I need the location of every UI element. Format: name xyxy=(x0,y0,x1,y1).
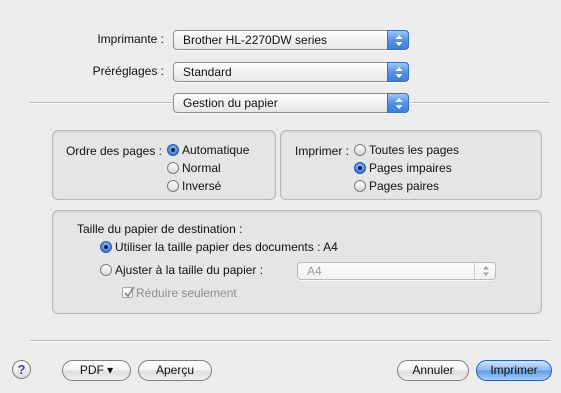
fit-size-popup[interactable]: A4 xyxy=(297,262,496,280)
separator-right xyxy=(412,102,550,104)
printer-value: Brother HL-2270DW series xyxy=(183,33,328,47)
radio-icon xyxy=(100,264,112,276)
page-order-option[interactable]: Normal xyxy=(167,161,221,176)
radio-icon xyxy=(354,144,366,156)
page-order-label: Ordre des pages : xyxy=(65,144,162,158)
popup-arrows-icon xyxy=(387,93,409,113)
presets-label: Préréglages : xyxy=(92,64,164,78)
separator-left xyxy=(30,102,172,104)
print-pages-option[interactable]: Toutes les pages xyxy=(354,143,459,158)
presets-value: Standard xyxy=(183,65,232,79)
page-order-box xyxy=(52,130,276,200)
fit-to-size-option[interactable]: Ajuster à la taille du papier : xyxy=(100,263,263,278)
print-button[interactable]: Imprimer xyxy=(476,360,552,381)
page-order-option[interactable]: Automatique xyxy=(167,143,249,158)
reduce-only-checkbox[interactable]: Réduire seulement xyxy=(122,286,237,301)
destination-title: Taille du papier de destination : xyxy=(77,222,243,236)
popup-arrows-icon xyxy=(387,30,409,50)
printer-label: Imprimante : xyxy=(97,32,164,46)
footer-separator xyxy=(30,340,550,342)
radio-icon xyxy=(167,162,179,174)
cancel-button[interactable]: Annuler xyxy=(397,360,469,381)
section-value: Gestion du papier xyxy=(183,96,278,110)
printer-popup[interactable]: Brother HL-2270DW series xyxy=(173,30,409,50)
page-order-option[interactable]: Inversé xyxy=(167,179,221,194)
popup-arrows-icon xyxy=(387,62,409,82)
help-button[interactable]: ? xyxy=(12,360,31,379)
print-pages-option[interactable]: Pages paires xyxy=(354,179,439,194)
radio-selected-icon xyxy=(167,144,179,156)
presets-popup[interactable]: Standard xyxy=(173,62,409,82)
section-popup[interactable]: Gestion du papier xyxy=(173,93,409,113)
radio-selected-icon xyxy=(354,162,366,174)
pdf-button[interactable]: PDF ▾ xyxy=(62,360,131,381)
fit-size-value: A4 xyxy=(307,264,322,278)
print-pages-option[interactable]: Pages impaires xyxy=(354,161,452,176)
preview-button[interactable]: Aperçu xyxy=(138,360,212,381)
use-doc-size-option[interactable]: Utiliser la taille papier des documents … xyxy=(100,240,338,255)
radio-icon xyxy=(167,180,179,192)
popup-arrows-icon xyxy=(474,263,496,279)
radio-selected-icon xyxy=(100,241,112,253)
checkmark-icon xyxy=(122,286,135,298)
print-pages-label: Imprimer : xyxy=(295,144,349,158)
radio-icon xyxy=(354,180,366,192)
